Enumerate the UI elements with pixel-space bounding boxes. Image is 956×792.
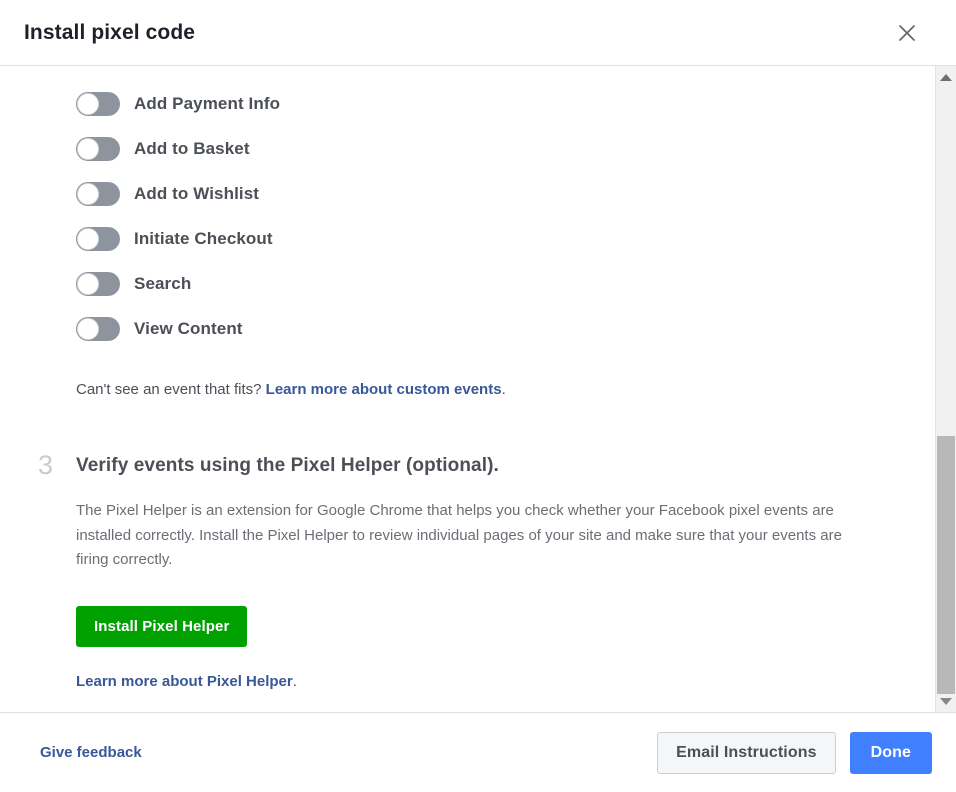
pixel-helper-link-row: Learn more about Pixel Helper. [76,673,895,690]
scroll-down-button[interactable] [936,692,956,710]
scroll-up-button[interactable] [936,68,956,86]
event-row: View Content [76,306,895,351]
toggle-search[interactable] [76,271,120,296]
toggle-view-content[interactable] [76,316,120,341]
event-label: Initiate Checkout [134,228,273,248]
event-label: View Content [134,318,243,338]
dialog-scroll-content: Add Payment Info Add to Basket Add to Wi… [0,66,935,712]
step-3-section: 3 Verify events using the Pixel Helper (… [38,451,895,690]
install-pixel-code-dialog: Install pixel code Add Payment Info Add … [0,0,956,792]
toggle-knob [77,227,99,250]
toggle-knob [77,137,99,160]
toggle-knob [77,92,99,115]
event-label: Add to Basket [134,138,250,158]
event-label: Add to Wishlist [134,183,260,203]
close-icon [897,23,917,43]
install-pixel-helper-button[interactable]: Install Pixel Helper [76,605,248,647]
toggle-initiate-checkout[interactable] [76,226,120,251]
event-label: Add Payment Info [134,93,281,113]
step-paragraph: The Pixel Helper is an extension for Goo… [76,502,842,568]
custom-events-note-text: Can't see an event that fits? [76,381,266,398]
toggle-knob [77,182,99,205]
step-heading: Verify events using the Pixel Helper (op… [76,455,499,476]
close-button[interactable] [890,16,924,50]
chevron-up-icon [940,73,952,81]
custom-events-link[interactable]: Learn more about custom events [266,381,502,398]
event-row: Add to Basket [76,126,895,171]
dialog-footer: Give feedback Email Instructions Done [0,712,956,792]
vertical-scrollbar[interactable] [935,66,956,712]
event-label: Search [134,273,192,293]
toggle-knob [77,272,99,295]
toggle-add-to-wishlist[interactable] [76,181,120,206]
toggle-add-to-basket[interactable] [76,136,120,161]
dialog-body-wrap: Add Payment Info Add to Basket Add to Wi… [0,66,956,712]
event-row: Initiate Checkout [76,216,895,261]
event-toggle-list: Add Payment Info Add to Basket Add to Wi… [76,66,895,351]
learn-more-pixel-helper-link[interactable]: Learn more about Pixel Helper [76,673,293,690]
event-row: Search [76,261,895,306]
give-feedback-link[interactable]: Give feedback [40,744,142,761]
event-row: Add Payment Info [76,81,895,126]
dialog-header: Install pixel code [0,0,956,66]
chevron-down-icon [940,697,952,705]
learn-more-period: . [292,672,297,690]
done-button[interactable]: Done [849,731,932,774]
step-number: 3 [38,450,54,480]
email-instructions-button[interactable]: Email Instructions [657,731,836,774]
custom-events-note-period: . [501,381,506,398]
custom-events-note: Can't see an event that fits? Learn more… [76,380,895,400]
page-title: Install pixel code [24,20,196,44]
toggle-add-payment-info[interactable] [76,91,120,116]
toggle-knob [77,317,99,340]
scrollbar-thumb[interactable] [937,436,955,694]
event-row: Add to Wishlist [76,171,895,216]
